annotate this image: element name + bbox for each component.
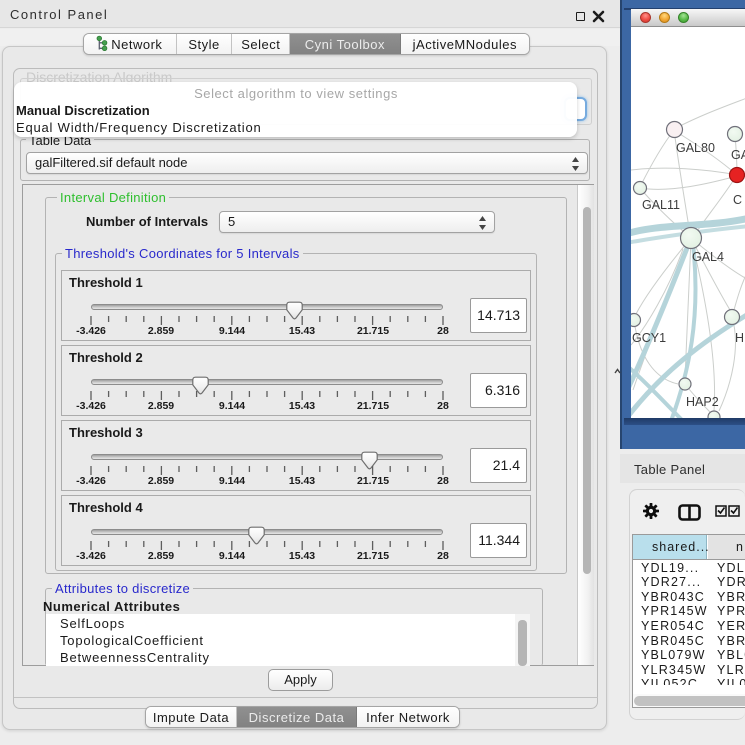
svg-text:HAP2: HAP2 xyxy=(686,395,719,409)
svg-text:GAL11: GAL11 xyxy=(642,198,680,212)
svg-text:C: C xyxy=(733,193,742,207)
svg-text:GAL80: GAL80 xyxy=(676,141,715,155)
svg-text:H: H xyxy=(735,331,744,345)
svg-text:GAL4: GAL4 xyxy=(692,250,724,264)
svg-text:GA: GA xyxy=(731,148,745,162)
svg-text:GCY1: GCY1 xyxy=(632,331,666,345)
